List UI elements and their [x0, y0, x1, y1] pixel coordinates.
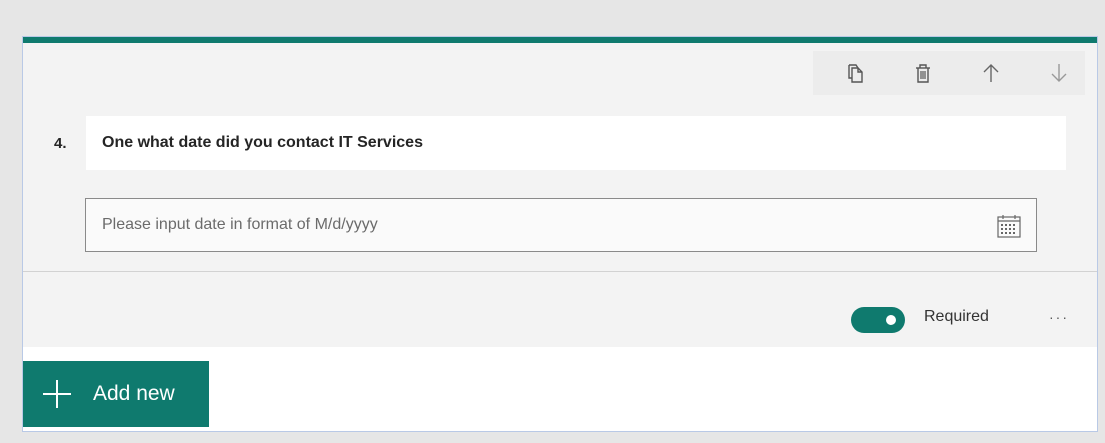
move-up-button[interactable] — [979, 61, 1003, 85]
delete-icon — [916, 64, 930, 83]
copy-icon — [848, 64, 863, 83]
question-editor: 4. One what date did you contact IT Serv… — [23, 43, 1097, 347]
toggle-knob — [886, 315, 896, 325]
more-options-button[interactable]: ··· — [1043, 305, 1075, 329]
add-new-label: Add new — [93, 382, 175, 405]
divider — [23, 271, 1097, 272]
date-placeholder: Please input date in format of M/d/yyyy — [102, 216, 378, 233]
calendar-button[interactable] — [996, 213, 1022, 239]
delete-question-button[interactable] — [911, 61, 935, 85]
date-input[interactable]: Please input date in format of M/d/yyyy — [85, 198, 1037, 252]
question-title-field[interactable]: One what date did you contact IT Service… — [86, 116, 1066, 170]
move-down-button[interactable] — [1047, 61, 1071, 85]
required-toggle[interactable] — [851, 307, 905, 333]
question-number: 4. — [54, 135, 67, 152]
move-up-icon — [983, 64, 999, 82]
question-card: 4. One what date did you contact IT Serv… — [22, 36, 1098, 432]
calendar-icon — [997, 215, 1021, 238]
required-label: Required — [924, 308, 989, 325]
copy-question-button[interactable] — [845, 61, 869, 85]
question-title: One what date did you contact IT Service… — [102, 134, 423, 151]
question-toolbar — [813, 51, 1085, 95]
move-down-icon — [1051, 64, 1067, 82]
plus-icon — [41, 378, 73, 410]
add-new-button[interactable]: Add new — [23, 361, 209, 427]
